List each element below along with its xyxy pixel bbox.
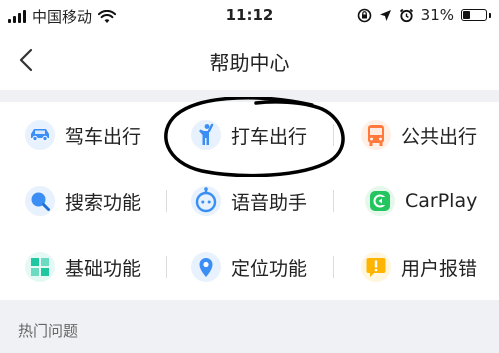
- category-carplay[interactable]: CarPlay: [364, 168, 477, 234]
- category-label: 公共出行: [401, 125, 478, 148]
- category-label: CarPlay: [405, 190, 478, 212]
- category-user-report[interactable]: 用户报错: [360, 234, 477, 300]
- battery-percent: 31%: [420, 6, 454, 24]
- category-driving[interactable]: 驾车出行: [24, 102, 141, 168]
- hail-person-icon: [190, 119, 222, 151]
- status-right: 31%: [357, 6, 491, 24]
- battery-tip: [489, 12, 491, 18]
- voice-assistant-icon: [190, 185, 222, 217]
- category-taxi[interactable]: 打车出行: [190, 102, 307, 168]
- carplay-icon: [364, 185, 396, 217]
- category-label: 语音助手: [231, 191, 308, 214]
- hot-questions-section: 热门问题: [0, 300, 499, 353]
- category-label: 驾车出行: [65, 125, 142, 148]
- category-label: 基础功能: [65, 257, 142, 280]
- category-search[interactable]: 搜索功能: [24, 168, 141, 234]
- page-title: 帮助中心: [209, 51, 290, 75]
- report-flag-icon: [360, 251, 392, 283]
- divider: [333, 190, 334, 212]
- category-label: 打车出行: [231, 125, 308, 148]
- category-basic-functions[interactable]: 基础功能: [24, 234, 141, 300]
- section-title: 热门问题: [18, 322, 79, 340]
- location-arrow-icon: [379, 9, 391, 21]
- bus-icon: [360, 119, 392, 151]
- location-pin-icon: [190, 251, 222, 283]
- help-category-grid: 驾车出行 打车出行 公共出行 搜索功能 语音助手 CarPlay 基础功能 定位…: [0, 102, 499, 300]
- search-icon: [24, 185, 56, 217]
- battery-icon: [461, 9, 487, 21]
- divider: [166, 256, 167, 278]
- divider: [166, 190, 167, 212]
- divider: [166, 124, 167, 146]
- category-row: 搜索功能 语音助手 CarPlay: [0, 168, 499, 234]
- rotation-lock-icon: [357, 8, 371, 22]
- category-location[interactable]: 定位功能: [190, 234, 307, 300]
- alarm-icon: [399, 8, 413, 22]
- category-row: 基础功能 定位功能 用户报错: [0, 234, 499, 300]
- category-label: 搜索功能: [65, 191, 142, 214]
- divider: [333, 256, 334, 278]
- category-label: 用户报错: [401, 257, 478, 280]
- nav-bar: 帮助中心: [0, 32, 499, 90]
- divider: [333, 124, 334, 146]
- category-row: 驾车出行 打车出行 公共出行: [0, 102, 499, 168]
- category-voice-assistant[interactable]: 语音助手: [190, 168, 307, 234]
- grid-blocks-icon: [24, 251, 56, 283]
- category-public-transit[interactable]: 公共出行: [360, 102, 477, 168]
- car-icon: [24, 119, 56, 151]
- category-label: 定位功能: [231, 257, 308, 280]
- section-divider: [0, 90, 499, 102]
- status-bar: 中国移动 11:12 31%: [0, 0, 499, 32]
